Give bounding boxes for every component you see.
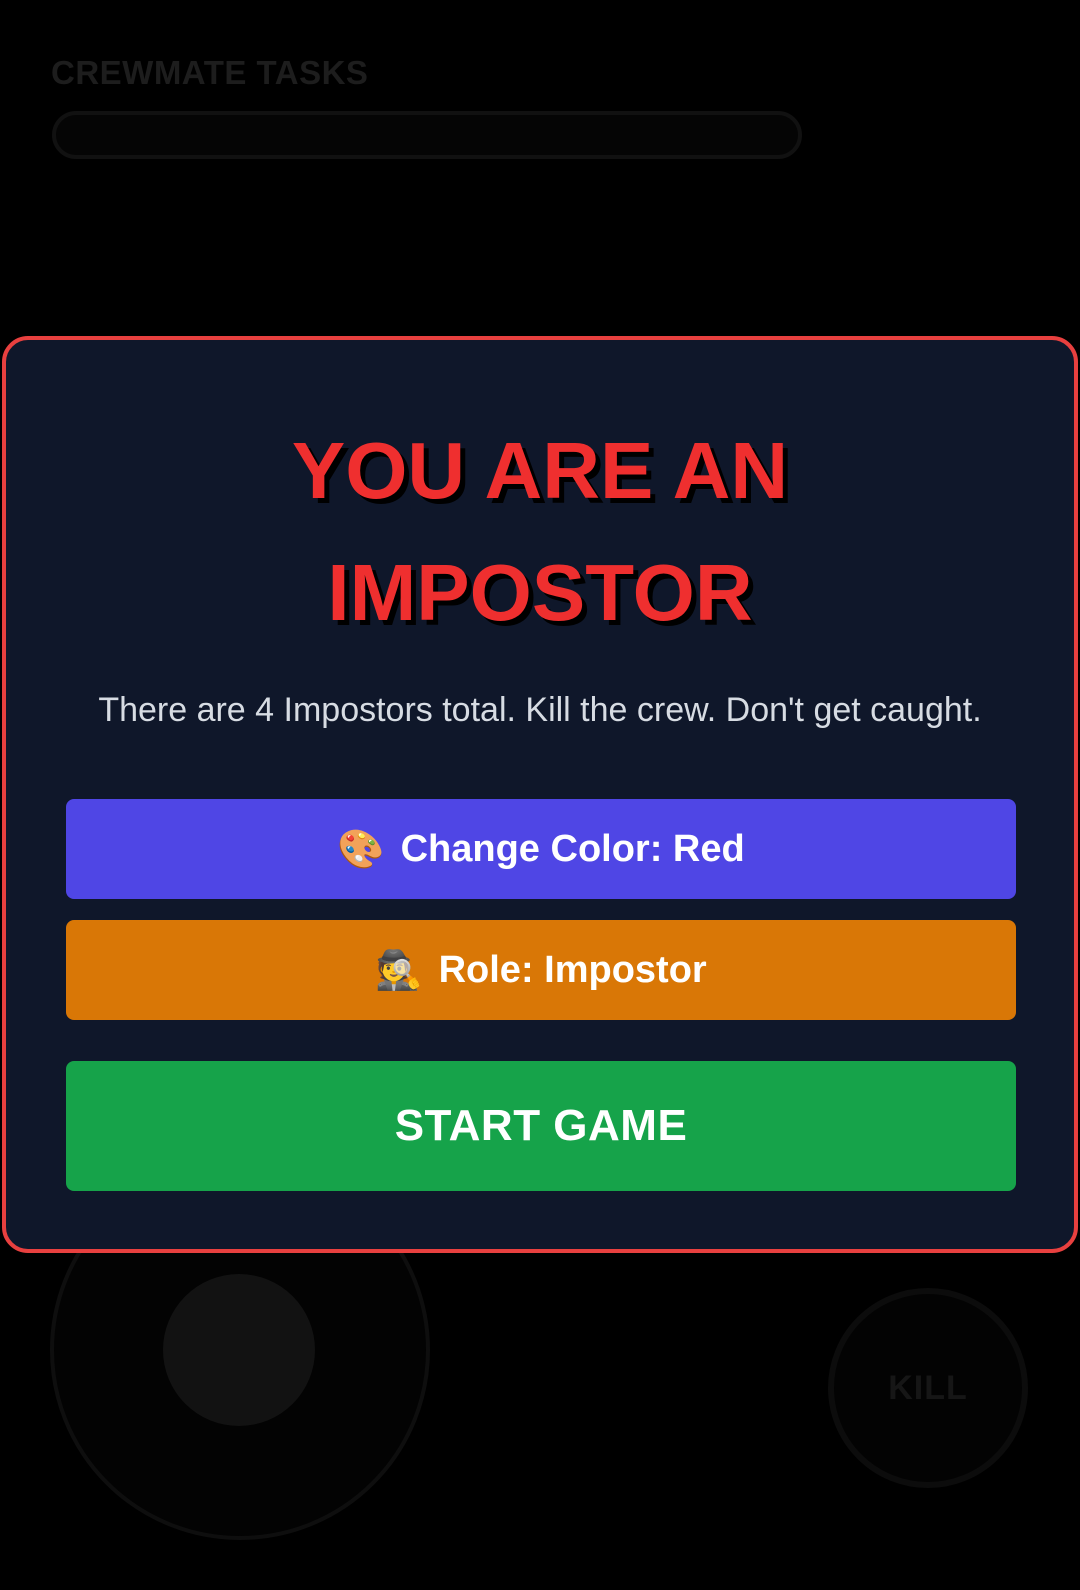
start-game-button[interactable]: START GAME (66, 1061, 1016, 1191)
modal-title: YOU ARE AN IMPOSTOR (6, 410, 1074, 654)
modal-title-line-2: IMPOSTOR (327, 548, 753, 637)
role-label: Role: Impostor (438, 948, 707, 991)
kill-button[interactable]: KILL (828, 1288, 1028, 1488)
modal-subtitle: There are 4 Impostors total. Kill the cr… (98, 691, 982, 729)
tasks-label: CREWMATE TASKS (51, 54, 369, 91)
joystick-knob[interactable] (163, 1274, 315, 1426)
palette-icon: 🎨 (337, 826, 385, 871)
game-screen: CREWMATE TASKS KILL YOU ARE AN IMPOSTOR … (0, 0, 1080, 1590)
change-color-label: Change Color: Red (400, 827, 745, 870)
start-game-label: START GAME (394, 1101, 688, 1150)
modal-title-line-1: YOU ARE AN (291, 426, 789, 515)
detective-icon: 🕵️ (375, 947, 423, 992)
role-reveal-modal: YOU ARE AN IMPOSTOR There are 4 Impostor… (2, 336, 1078, 1253)
change-color-button[interactable]: 🎨 Change Color: Red (66, 799, 1016, 899)
tasks-progress-bar (52, 111, 802, 159)
role-button[interactable]: 🕵️ Role: Impostor (66, 920, 1016, 1020)
